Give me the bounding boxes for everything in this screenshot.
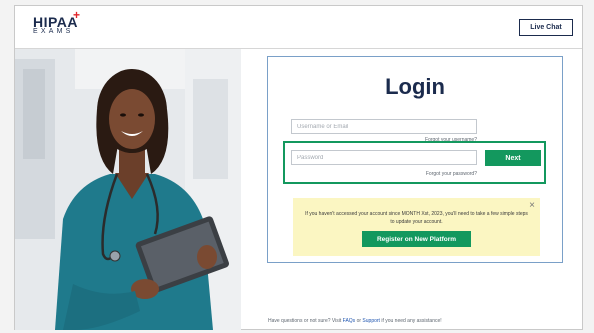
login-title: Login bbox=[385, 74, 445, 99]
header: HIPAA + EXAMS Live Chat bbox=[15, 6, 582, 49]
account-update-notice: × If you haven't accessed your account s… bbox=[293, 198, 540, 256]
next-button[interactable]: Next bbox=[485, 150, 541, 166]
footer-help-text: Have questions or not sure? Visit FAQs o… bbox=[268, 318, 442, 324]
hipaa-exams-logo[interactable]: HIPAA + EXAMS bbox=[33, 8, 80, 35]
username-input[interactable] bbox=[291, 119, 477, 134]
forgot-password-link[interactable]: Forgot your password? bbox=[385, 171, 477, 177]
nurse-photo bbox=[15, 49, 241, 330]
faqs-link[interactable]: FAQs bbox=[343, 318, 356, 324]
logo-sub-text: EXAMS bbox=[33, 28, 74, 35]
password-input[interactable] bbox=[291, 150, 477, 165]
page-frame: HIPAA + EXAMS Live Chat Login Username o… bbox=[14, 5, 583, 330]
register-new-platform-button[interactable]: Register on New Platform bbox=[362, 231, 471, 247]
footer-prefix: Have questions or not sure? Visit bbox=[268, 318, 343, 324]
logo-plus-icon: + bbox=[73, 8, 81, 22]
nurse-with-tablet-photo-icon bbox=[15, 49, 241, 330]
live-chat-button[interactable]: Live Chat bbox=[519, 19, 573, 36]
close-icon[interactable]: × bbox=[529, 201, 535, 211]
notice-text: If you haven't accessed your account sin… bbox=[305, 211, 528, 225]
support-link[interactable]: Support bbox=[362, 318, 380, 324]
footer-suffix: if you need any assistance! bbox=[379, 318, 442, 324]
password-highlight-box: Next Forgot your password? bbox=[283, 141, 546, 184]
login-card: Login Forgot your username? Next Forgot … bbox=[267, 56, 563, 263]
